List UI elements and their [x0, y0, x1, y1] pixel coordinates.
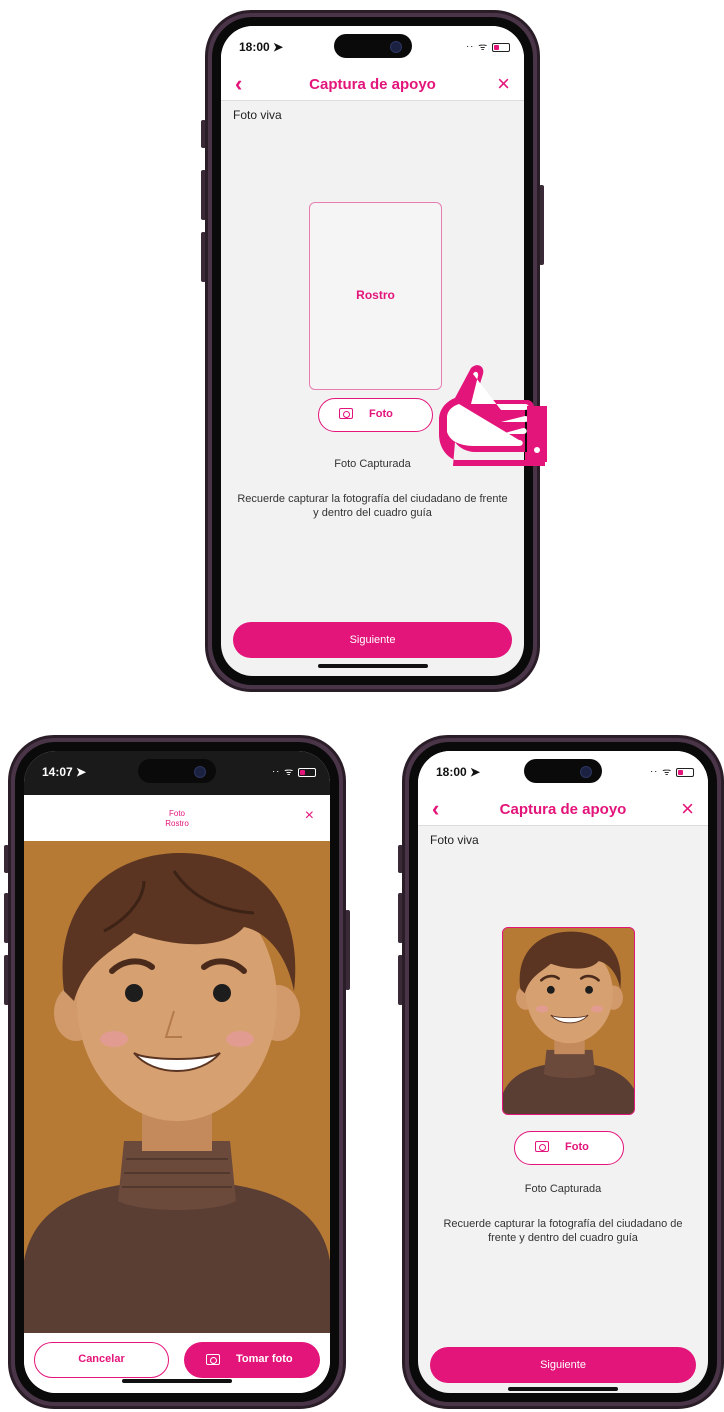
- section-label: Foto viva: [430, 833, 479, 847]
- battery-icon: [492, 42, 510, 52]
- capture-hint: Recuerde capturar la fotografía del ciud…: [443, 1218, 683, 1244]
- face-guide-frame: [502, 927, 635, 1115]
- status-time: 18:00 ➤: [436, 765, 481, 779]
- dynamic-island: [138, 759, 216, 783]
- camera-icon: [535, 1141, 549, 1152]
- status-bar: 18:00 ➤ ⋅⋅ ᯤ: [221, 26, 524, 70]
- camera-header: Foto Rostro ×: [24, 795, 330, 841]
- status-bar: 18:00 ➤ ⋅⋅ ᯤ: [418, 751, 708, 795]
- captured-photo-image: [503, 928, 634, 1114]
- camera-viewfinder: [24, 841, 330, 1333]
- camera-title: Foto: [168, 809, 185, 818]
- close-icon[interactable]: ×: [681, 796, 694, 822]
- dynamic-island: [333, 34, 412, 58]
- screen-empty: 18:00 ➤ ⋅⋅ ᯤ ‹ Captura de apoyo × Foto v…: [221, 26, 524, 676]
- phone-captured: 18:00 ➤ ⋅⋅ ᯤ ‹ Captura de apoyo × Foto v…: [398, 735, 724, 1409]
- photo-status: Foto Capturada: [524, 1183, 602, 1195]
- cancel-button[interactable]: Cancelar: [34, 1342, 169, 1378]
- close-icon[interactable]: ×: [497, 71, 510, 97]
- status-icons: ⋅⋅ ᯤ: [650, 764, 694, 778]
- dynamic-island: [524, 759, 602, 783]
- photo-button[interactable]: Foto: [514, 1131, 624, 1165]
- status-bar: 14:07 ➤ ⋅⋅ ᯤ: [24, 751, 330, 795]
- home-indicator: [508, 1387, 618, 1391]
- screen-camera: 14:07 ➤ ⋅⋅ ᯤ Foto Rostro × Cancelar Toma…: [24, 751, 330, 1393]
- camera-footer: Cancelar Tomar foto: [24, 1333, 330, 1393]
- home-indicator: [317, 664, 428, 668]
- close-icon[interactable]: ×: [305, 807, 314, 825]
- next-button[interactable]: Siguiente: [430, 1347, 696, 1383]
- screen-captured: 18:00 ➤ ⋅⋅ ᯤ ‹ Captura de apoyo × Foto v…: [418, 751, 708, 1393]
- status-time: 14:07 ➤: [42, 765, 87, 779]
- status-time: 18:00 ➤: [239, 40, 284, 54]
- phone-empty: 18:00 ➤ ⋅⋅ ᯤ ‹ Captura de apoyo × Foto v…: [201, 10, 544, 692]
- camera-icon: [206, 1354, 220, 1365]
- capture-hint: Recuerde capturar la fotografía del ciud…: [237, 493, 508, 519]
- navbar: ‹ Captura de apoyo ×: [418, 795, 708, 826]
- take-photo-button[interactable]: Tomar foto: [184, 1342, 320, 1378]
- camera-subtitle: Rostro: [165, 819, 189, 828]
- pointing-hand-icon: [415, 360, 550, 475]
- phone-camera: 14:07 ➤ ⋅⋅ ᯤ Foto Rostro × Cancelar Toma…: [4, 735, 350, 1409]
- next-button[interactable]: Siguiente: [233, 622, 512, 658]
- section-label: Foto viva: [233, 108, 282, 122]
- status-icons: ⋅⋅ ᯤ: [272, 764, 316, 778]
- status-icons: ⋅⋅ ᯤ: [466, 39, 510, 53]
- face-guide-label: Rostro: [356, 288, 395, 302]
- camera-icon: [339, 408, 353, 419]
- person-portrait-image: [24, 841, 330, 1333]
- page-title: Captura de apoyo: [499, 801, 627, 818]
- page-title: Captura de apoyo: [309, 76, 436, 93]
- home-indicator: [122, 1379, 232, 1383]
- navbar: ‹ Captura de apoyo ×: [221, 70, 524, 101]
